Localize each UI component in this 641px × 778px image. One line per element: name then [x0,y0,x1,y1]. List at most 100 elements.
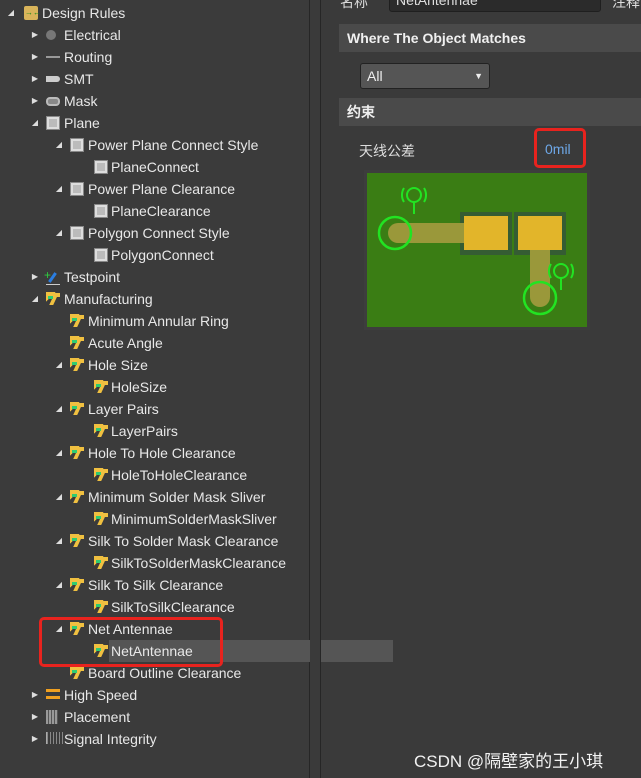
tree-item[interactable]: ▶ Placement [0,706,309,728]
collapse-arrow-icon[interactable]: ◢ [54,486,64,508]
collapse-arrow-icon[interactable]: ◢ [54,222,64,244]
collapse-arrow-icon[interactable]: ◢ [54,398,64,420]
constraints-header: 约束 [339,98,641,126]
tree-item[interactable]: ◢ Design Rules [0,2,309,24]
tree-item[interactable]: ▶ High Speed [0,684,309,706]
tree-item[interactable]: ▶ SMT [0,68,309,90]
tree-item-label: Placement [64,709,131,725]
collapse-arrow-icon[interactable]: ◢ [54,354,64,376]
testpoint-icon [44,264,60,286]
mask-icon [46,97,60,106]
tree-item[interactable]: PlaneConnect [0,156,309,178]
track-horizontal [388,223,464,243]
expand-arrow-icon[interactable]: ▶ [30,266,40,288]
tree-item-label: Electrical [64,27,121,43]
plane-icon [70,182,84,196]
expand-arrow-icon[interactable]: ▶ [30,728,40,750]
tree-item[interactable]: MinimumSolderMaskSliver [0,508,309,530]
expand-arrow-icon[interactable]: ▶ [30,24,40,46]
tree-item[interactable]: Acute Angle [0,332,309,354]
expand-arrow-icon[interactable]: ▶ [30,706,40,728]
tree-item[interactable]: ◢ Silk To Solder Mask Clearance [0,530,309,552]
tree-item[interactable]: HoleToHoleClearance [0,464,309,486]
manufacturing-icon [94,556,108,570]
collapse-arrow-icon[interactable]: ◢ [54,530,64,552]
tree-item[interactable]: ▶ Routing [0,46,309,68]
tree-item-label: Signal Integrity [64,731,157,747]
tree-item[interactable]: ◢ Polygon Connect Style [0,222,309,244]
collapse-arrow-icon[interactable]: ◢ [30,112,40,134]
manufacturing-icon [94,512,108,526]
tree-item[interactable]: ▶ Signal Integrity [0,728,309,750]
folder-rules-icon [24,6,41,20]
tree-item[interactable]: SilkToSilkClearance [0,596,309,618]
plane-icon [94,204,108,218]
tree-item[interactable]: LayerPairs [0,420,309,442]
manufacturing-icon [70,402,84,416]
manufacturing-icon [94,424,108,438]
tree-item[interactable]: ◢ Power Plane Clearance [0,178,309,200]
tree-item[interactable]: SilkToSolderMaskClearance [0,552,309,574]
tree-item[interactable]: ◢ Hole To Hole Clearance [0,442,309,464]
tree-item-label: Minimum Solder Mask Sliver [88,489,266,505]
tree-item-label: Power Plane Connect Style [88,137,259,153]
tree-item-label: Plane [64,115,100,131]
expand-arrow-icon[interactable]: ▶ [30,90,40,112]
collapse-arrow-icon[interactable]: ◢ [54,134,64,156]
manufacturing-icon [70,446,84,460]
tree-item[interactable]: ◢ Minimum Solder Mask Sliver [0,486,309,508]
highlight-box-tolerance [534,128,586,168]
tree-item-label: SilkToSilkClearance [111,599,235,615]
tree-item-label: Testpoint [64,269,121,285]
tree-item-label: HoleToHoleClearance [111,467,248,483]
expand-arrow-icon[interactable]: ▶ [30,684,40,706]
tree-item[interactable]: ▶ Testpoint [0,264,309,288]
tree-item-label: MinimumSolderMaskSliver [111,511,277,527]
tree-item-label: Hole To Hole Clearance [88,445,236,461]
where-dropdown[interactable]: All ▼ [360,63,490,89]
plane-icon [70,226,84,240]
pad-right [518,216,562,250]
signal-integrity-icon [46,732,63,744]
name-input[interactable]: NetAntennae [389,0,601,12]
tree-item[interactable]: ◢ Power Plane Connect Style [0,134,309,156]
expand-arrow-icon[interactable]: ▶ [30,68,40,90]
tree-item-label: HoleSize [111,379,168,395]
tree-item[interactable]: Minimum Annular Ring [0,310,309,332]
manufacturing-icon [70,666,84,680]
tree-item[interactable]: ▶ Electrical [0,24,309,46]
tree-item[interactable]: ▶ Mask [0,90,309,112]
tree-item-label: Silk To Silk Clearance [88,577,224,593]
tree-item[interactable]: HoleSize [0,376,309,398]
tree-item[interactable]: ◢ Silk To Silk Clearance [0,574,309,596]
manufacturing-icon [70,358,84,372]
plane-icon [46,116,60,130]
tree-item-label: Power Plane Clearance [88,181,236,197]
routing-icon [46,56,60,58]
tree-item-label: LayerPairs [111,423,178,439]
tree-item[interactable]: ◢ Plane [0,112,309,134]
collapse-arrow-icon[interactable]: ◢ [54,574,64,596]
tree-item-label: SilkToSolderMaskClearance [111,555,287,571]
tree-item[interactable]: ◢ Hole Size [0,354,309,376]
tree-item-label: Polygon Connect Style [88,225,230,241]
collapse-arrow-icon[interactable]: ◢ [30,288,40,310]
splitter[interactable] [310,0,321,778]
manufacturing-icon [46,292,60,306]
tree-item-label: Design Rules [42,5,126,21]
track-vertical [530,250,550,307]
collapse-arrow-icon[interactable]: ◢ [6,2,16,24]
plane-icon [94,160,108,174]
tree-item[interactable]: ◢ Manufacturing [0,288,309,310]
where-header: Where The Object Matches [339,24,641,52]
manufacturing-icon [70,336,84,350]
tree-item[interactable]: PolygonConnect [0,244,309,266]
collapse-arrow-icon[interactable]: ◢ [54,442,64,464]
tree-item[interactable]: ◢ Layer Pairs [0,398,309,420]
expand-arrow-icon[interactable]: ▶ [30,46,40,68]
tree-item-label: Hole Size [88,357,148,373]
manufacturing-icon [94,380,108,394]
tree-item[interactable]: PlaneClearance [0,200,309,222]
collapse-arrow-icon[interactable]: ◢ [54,178,64,200]
manufacturing-icon [70,578,84,592]
